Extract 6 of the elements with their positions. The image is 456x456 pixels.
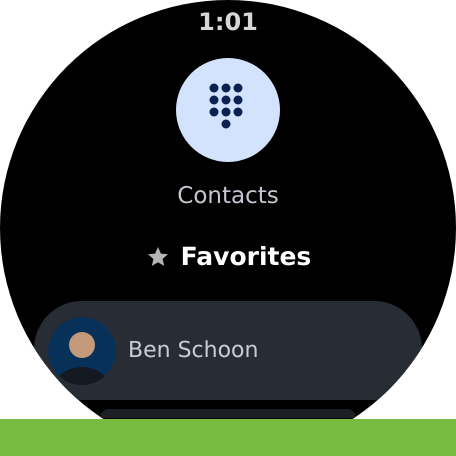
clock-time: 1:01 — [198, 7, 258, 37]
contact-name: Ben Schoon — [128, 338, 258, 363]
contacts-label: Contacts — [177, 182, 279, 211]
favorites-heading: Favorites — [180, 241, 312, 273]
contact-chip[interactable]: Ben Schoon — [34, 301, 422, 400]
avatar-icon — [48, 316, 116, 384]
